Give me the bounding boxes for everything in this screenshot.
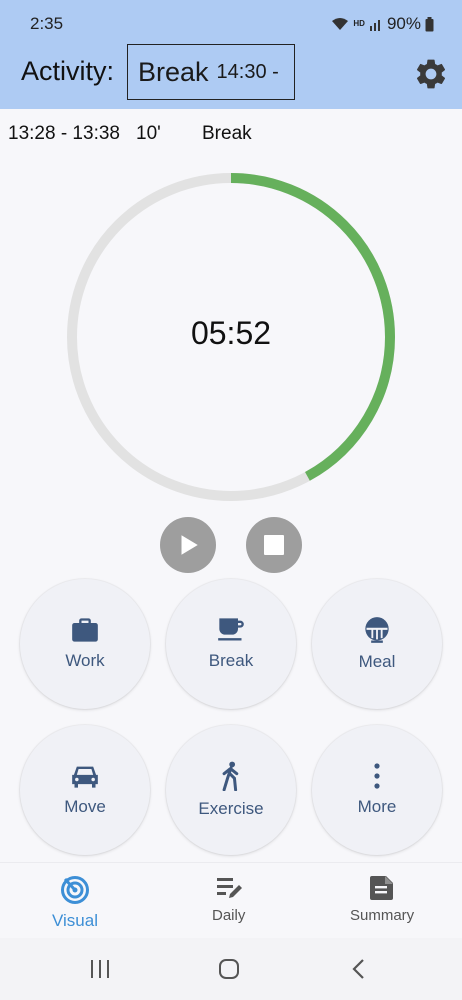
activity-label-move: Move bbox=[64, 797, 106, 816]
status-icons: HD 90% bbox=[331, 14, 434, 34]
gear-icon[interactable] bbox=[413, 56, 449, 92]
radar-icon bbox=[61, 876, 89, 904]
play-icon bbox=[181, 535, 198, 555]
wifi-icon bbox=[332, 18, 349, 30]
back-icon[interactable] bbox=[350, 958, 368, 980]
summary-doc-icon bbox=[370, 876, 394, 900]
briefcase-icon bbox=[72, 618, 98, 642]
battery-icon bbox=[425, 16, 434, 31]
play-button[interactable] bbox=[160, 517, 216, 573]
current-activity-name: Break bbox=[138, 56, 209, 87]
app-header: 2:35 HD 90% Activity: Break 14:30 - bbox=[0, 0, 462, 109]
recent-apps-icon[interactable] bbox=[89, 958, 111, 980]
nav-tab-summary[interactable]: Summary bbox=[350, 875, 414, 924]
nav-tab-visual[interactable]: Visual bbox=[52, 875, 98, 931]
battery-percent: 90% bbox=[386, 14, 421, 33]
stop-button[interactable] bbox=[246, 517, 302, 573]
coffee-cup-icon bbox=[218, 618, 244, 641]
activity-button-exercise[interactable]: Exercise bbox=[166, 725, 296, 855]
activity-label: Activity: bbox=[21, 56, 115, 86]
activity-label-break: Break bbox=[208, 651, 254, 670]
last-entry-duration: 10' bbox=[136, 123, 161, 144]
edit-list-icon bbox=[216, 878, 242, 898]
activity-button-move[interactable]: Move bbox=[20, 725, 150, 855]
activity-label-exercise: Exercise bbox=[198, 799, 264, 818]
bottom-navigation: Visual Daily Summary bbox=[0, 862, 462, 939]
rice-bowl-icon bbox=[365, 617, 389, 643]
current-activity-selector[interactable]: Break 14:30 - bbox=[127, 44, 295, 100]
last-entry-range: 13:28 - 13:38 bbox=[8, 123, 120, 144]
signal-icon bbox=[369, 20, 380, 31]
activity-label-work: Work bbox=[65, 651, 105, 670]
stop-icon bbox=[264, 535, 284, 555]
activity-label-more: More bbox=[357, 797, 397, 816]
last-entry-name: Break bbox=[202, 123, 252, 144]
activity-button-break[interactable]: Break bbox=[166, 579, 296, 709]
walking-person-icon bbox=[222, 761, 239, 791]
system-navigation-bar bbox=[0, 938, 462, 1000]
timer-display: 05:52 bbox=[190, 315, 272, 351]
activity-button-work[interactable]: Work bbox=[20, 579, 150, 709]
current-activity-start: 14:30 - bbox=[216, 60, 279, 83]
nav-tab-daily[interactable]: Daily bbox=[212, 875, 245, 924]
nav-label-visual: Visual bbox=[52, 911, 98, 930]
nav-label-daily: Daily bbox=[212, 907, 246, 924]
home-icon[interactable] bbox=[218, 958, 240, 980]
activity-button-meal[interactable]: Meal bbox=[312, 579, 442, 709]
more-vertical-icon bbox=[374, 763, 380, 789]
hd-voice-badge: HD bbox=[353, 19, 365, 28]
status-time: 2:35 bbox=[30, 14, 64, 33]
nav-label-summary: Summary bbox=[350, 907, 415, 924]
car-icon bbox=[72, 766, 98, 788]
activity-label-meal: Meal bbox=[358, 652, 396, 671]
activity-button-more[interactable]: More bbox=[312, 725, 442, 855]
